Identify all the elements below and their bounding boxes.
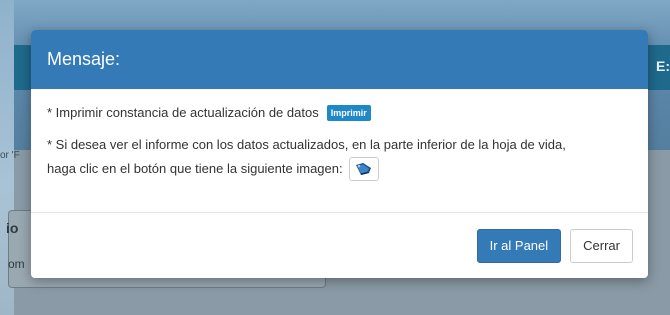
print-line: * Imprimir constancia de actualización d… [47,103,632,123]
background-card-title: io [6,220,19,236]
close-button[interactable]: Cerrar [570,228,633,263]
print-button[interactable]: Imprimir [326,105,371,121]
modal-header: Mensaje: [31,30,648,89]
report-instruction-line: * Si desea ver el informe con los datos … [47,137,566,152]
background-nav-text: E: [656,58,670,74]
report-instruction-line-2: haga clic en el botón que tiene la sigui… [47,157,632,181]
modal-title: Mensaje: [47,49,121,69]
modal-body: * Imprimir constancia de actualización d… [31,89,648,213]
go-to-panel-button[interactable]: Ir al Panel [476,228,562,263]
report-view-icon [348,157,379,181]
background-breadcrumb: or 'F [0,150,20,161]
background-card-subtitle: om [8,257,25,271]
modal-footer: Ir al Panel Cerrar [31,213,648,278]
report-instruction-text: haga clic en el botón que tiene la sigui… [47,161,343,176]
message-modal: Mensaje: * Imprimir constancia de actual… [31,30,648,278]
print-instruction: * Imprimir constancia de actualización d… [47,105,319,120]
